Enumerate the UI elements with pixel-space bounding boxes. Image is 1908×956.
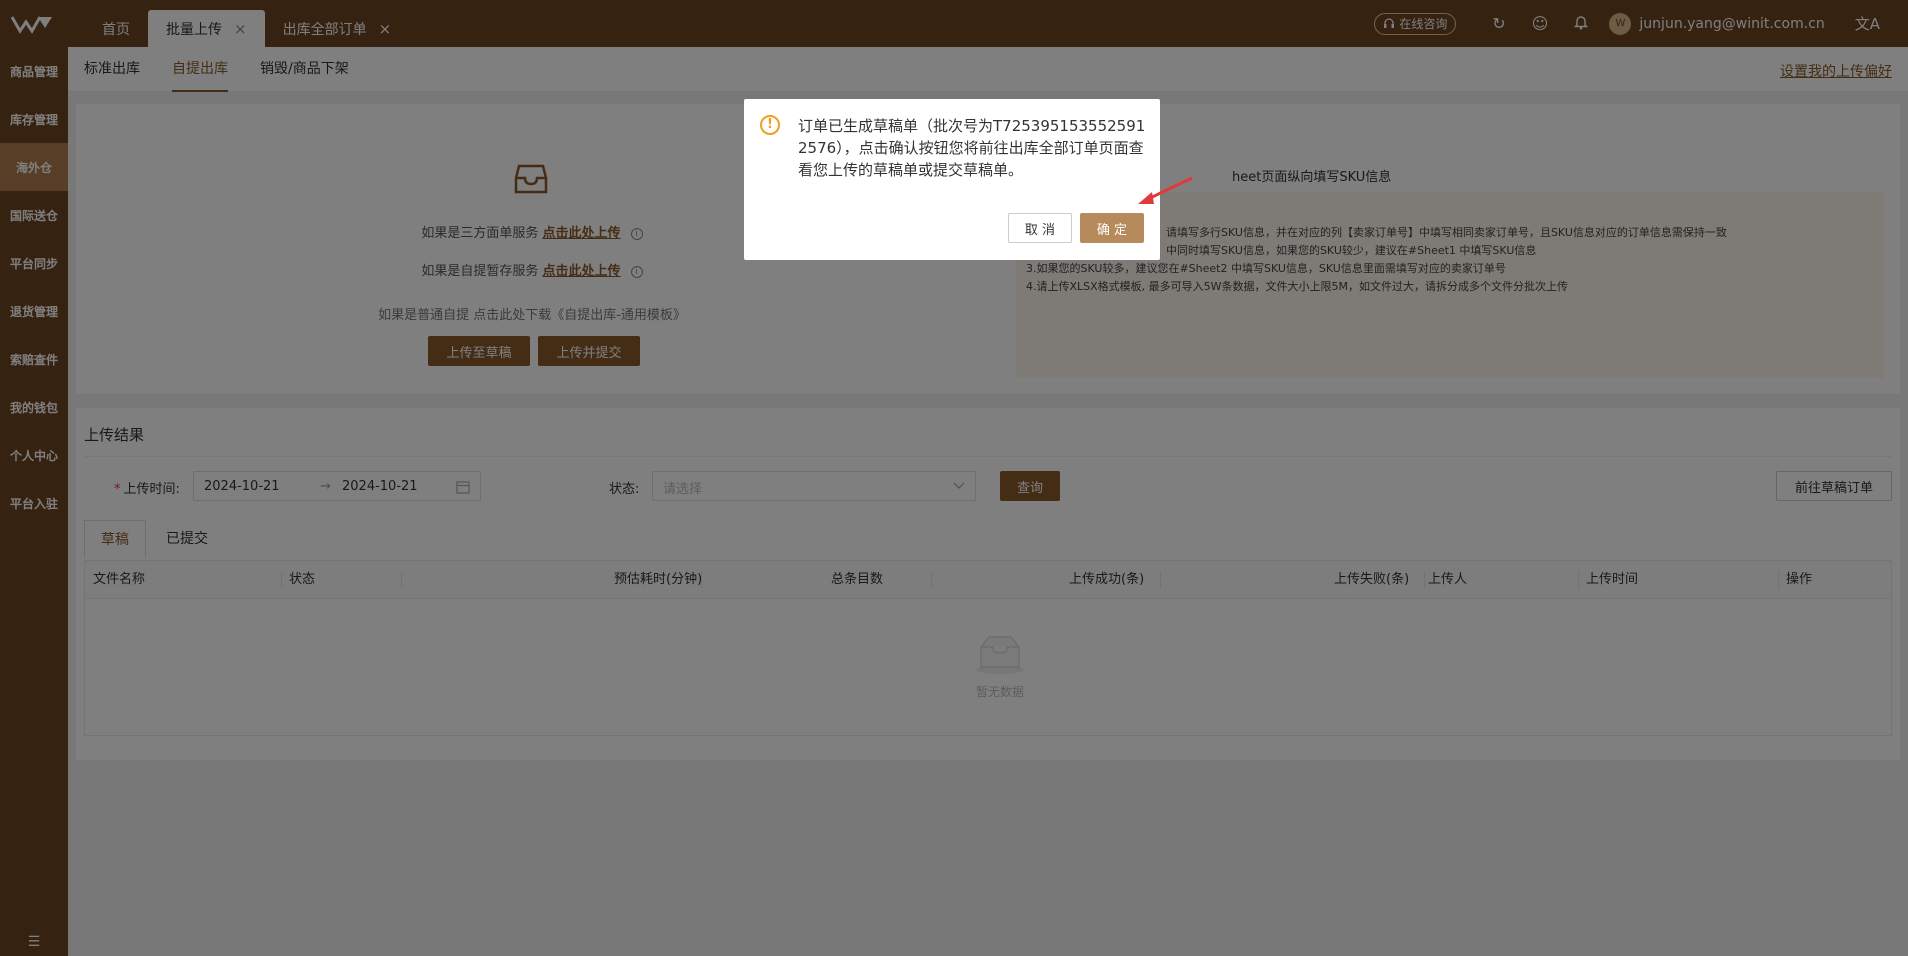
confirm-button[interactable]: 确 定 <box>1080 213 1144 243</box>
dialog-message: 订单已生成草稿单（批次号为T7253951535525912576），点击确认按… <box>798 117 1146 179</box>
warning-icon: ! <box>760 115 780 135</box>
annotation-arrow-icon <box>1138 176 1193 204</box>
cancel-button[interactable]: 取 消 <box>1008 213 1072 243</box>
confirm-dialog: ! 订单已生成草稿单（批次号为T7253951535525912576），点击确… <box>744 99 1160 260</box>
